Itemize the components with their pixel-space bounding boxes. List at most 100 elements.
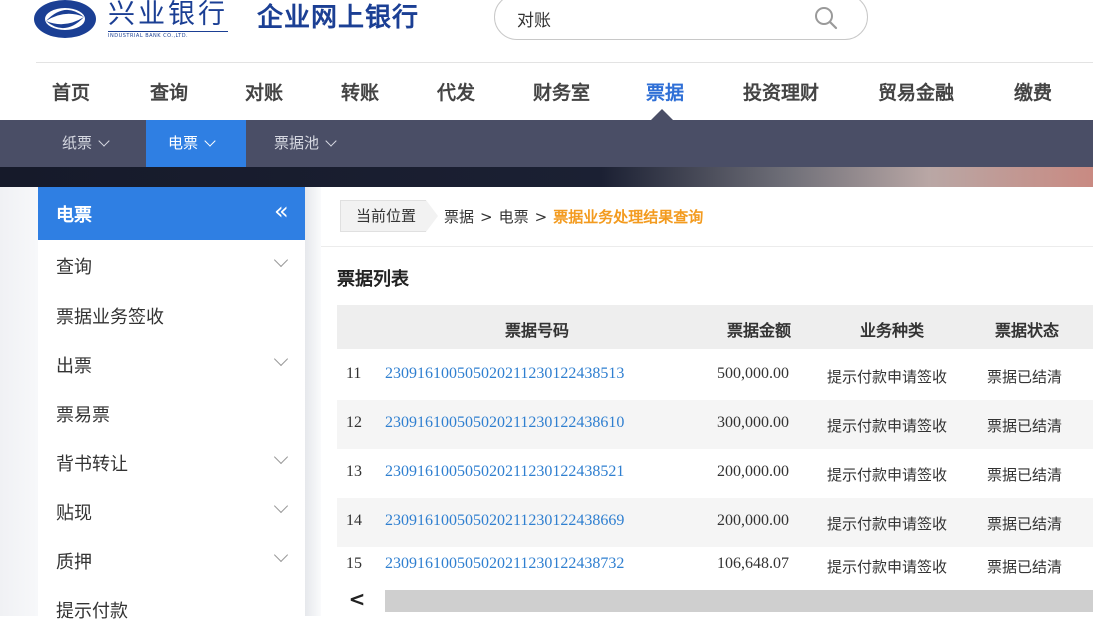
business-type: 提示付款申请签收 — [827, 515, 948, 533]
bill-status: 票据已结清 — [987, 515, 1063, 533]
bill-amount: 300,000.00 — [717, 414, 789, 431]
bill-status: 票据已结清 — [987, 466, 1063, 484]
row-index: 14 — [346, 512, 362, 529]
chevron-down-icon — [273, 547, 289, 563]
nav-finance-office[interactable]: 财务室 — [533, 78, 590, 105]
chevron-down-icon — [98, 135, 110, 147]
breadcrumb-separator: > — [534, 207, 548, 226]
bill-status: 票据已结清 — [987, 368, 1063, 386]
bill-amount: 500,000.00 — [717, 365, 789, 382]
sidebar-item-label: 质押 — [56, 552, 92, 573]
table-row[interactable]: 14 230916100505020211230122438669 200,00… — [337, 498, 1093, 547]
breadcrumb: 当前位置 票据 > 电票 > 票据业务处理结果查询 — [340, 200, 703, 232]
chevron-down-icon — [273, 351, 289, 367]
subnav-label: 电票 — [168, 134, 199, 152]
search-box[interactable] — [494, 0, 868, 40]
breadcrumb-separator: > — [480, 207, 493, 226]
table-row[interactable]: 15 230916100505020211230122438732 106,64… — [337, 547, 1093, 587]
bill-amount: 106,648.07 — [717, 555, 789, 572]
sidebar-item-endorse[interactable]: 背书转让 — [38, 438, 305, 487]
sidebar-item-label: 票易票 — [56, 405, 110, 426]
business-type: 提示付款申请签收 — [827, 466, 948, 484]
column-header-bill-no[interactable]: 票据号码 — [505, 317, 569, 341]
row-index: 11 — [346, 365, 362, 382]
breadcrumb-item-bills[interactable]: 票据 — [444, 208, 474, 226]
sub-nav: 纸票 电票 票据池 — [0, 120, 1093, 167]
breadcrumb-item-e-bill[interactable]: 电票 — [499, 208, 529, 226]
sidebar-item-label: 贴现 — [56, 503, 92, 524]
bill-number-link[interactable]: 230916100505020211230122438610 — [385, 414, 624, 432]
sidebar-item-payment-request[interactable]: 提示付款 — [38, 585, 305, 634]
app-title: 企业网上银行 — [257, 3, 420, 33]
breadcrumb-divider — [321, 246, 1093, 247]
bill-amount: 200,000.00 — [717, 463, 789, 480]
business-type: 提示付款申请签收 — [827, 417, 948, 435]
bill-number-link[interactable]: 230916100505020211230122438669 — [385, 512, 624, 530]
column-header-business-type[interactable]: 业务种类 — [860, 317, 924, 341]
sidebar-item-discount[interactable]: 贴现 — [38, 487, 305, 536]
search-input[interactable] — [517, 5, 797, 31]
active-nav-indicator — [651, 109, 673, 120]
nav-investment[interactable]: 投资理财 — [743, 78, 819, 105]
subnav-e-bill[interactable]: 电票 — [146, 120, 246, 167]
nav-home[interactable]: 首页 — [52, 78, 90, 105]
table-row[interactable]: 12 230916100505020211230122438610 300,00… — [337, 400, 1093, 449]
sidebar-item-bill-sign[interactable]: 票据业务签收 — [38, 291, 305, 340]
nav-payment[interactable]: 缴费 — [1014, 78, 1052, 105]
bank-name: 兴业银行 — [108, 0, 228, 30]
nav-reconcile[interactable]: 对账 — [245, 78, 283, 105]
search-icon[interactable] — [813, 5, 839, 31]
header: 兴业银行 INDUSTRIAL BANK CO.,LTD. 企业网上银行 — [0, 0, 1093, 55]
table-row[interactable]: 11 230916100505020211230122438513 500,00… — [337, 351, 1093, 400]
collapse-icon[interactable]: « — [274, 197, 289, 225]
row-index: 15 — [346, 555, 362, 572]
breadcrumb-current-page: 票据业务处理结果查询 — [553, 207, 704, 226]
table-header: 票据号码 票据金额 业务种类 票据状态 — [337, 305, 1093, 349]
column-header-amount[interactable]: 票据金额 — [727, 317, 791, 341]
bill-number-link[interactable]: 230916100505020211230122438732 — [385, 555, 624, 573]
sidebar-item-query[interactable]: 查询 — [38, 241, 305, 290]
bank-logo-icon — [34, 0, 96, 38]
scrollbar-thumb[interactable] — [385, 590, 1093, 612]
horizontal-scrollbar[interactable]: < — [337, 588, 1093, 616]
nav-payroll[interactable]: 代发 — [437, 78, 475, 105]
business-type: 提示付款申请签收 — [827, 368, 948, 386]
nav-transfer[interactable]: 转账 — [341, 78, 379, 105]
business-type: 提示付款申请签收 — [827, 558, 948, 576]
sidebar-item-label: 提示付款 — [56, 601, 128, 622]
nav-query[interactable]: 查询 — [150, 78, 188, 105]
sidebar-item-label: 出票 — [56, 356, 92, 377]
sidebar-gutter — [0, 187, 38, 616]
sidebar-item-label: 票据业务签收 — [56, 307, 164, 328]
nav-trade-finance[interactable]: 贸易金融 — [878, 78, 954, 105]
sidebar-item-issue[interactable]: 出票 — [38, 340, 305, 389]
content-gutter — [305, 187, 321, 616]
subnav-paper-bill[interactable]: 纸票 — [46, 120, 124, 167]
sidebar-item-bill-swap[interactable]: 票易票 — [38, 389, 305, 438]
chevron-down-icon — [325, 135, 337, 147]
chevron-down-icon — [273, 498, 289, 514]
nav-bills[interactable]: 票据 — [646, 78, 684, 105]
main-nav: 首页 查询 对账 转账 代发 财务室 票据 投资理财 贸易金融 缴费 — [0, 63, 1093, 120]
table-row[interactable]: 13 230916100505020211230122438521 200,00… — [337, 449, 1093, 498]
chevron-down-icon — [273, 449, 289, 465]
breadcrumb-label: 当前位置 — [340, 200, 427, 232]
bill-number-link[interactable]: 230916100505020211230122438513 — [385, 365, 624, 383]
list-title: 票据列表 — [337, 269, 409, 290]
breadcrumb-arrow — [426, 200, 439, 232]
sidebar-item-pledge[interactable]: 质押 — [38, 536, 305, 585]
sidebar: 电票 « 查询 票据业务签收 出票 票易票 背书转让 贴现 质押 提示付款 — [38, 187, 305, 622]
column-header-status[interactable]: 票据状态 — [995, 317, 1059, 341]
chevron-down-icon — [273, 252, 289, 268]
chevron-down-icon — [204, 135, 216, 147]
bill-number-link[interactable]: 230916100505020211230122438521 — [385, 463, 624, 481]
banner-strip — [0, 167, 1093, 187]
bank-logo[interactable]: 兴业银行 INDUSTRIAL BANK CO.,LTD. — [32, 0, 228, 44]
row-index: 13 — [346, 463, 362, 480]
sidebar-item-label: 背书转让 — [56, 454, 128, 475]
bank-name-en: INDUSTRIAL BANK CO.,LTD. — [108, 30, 228, 39]
sidebar-item-label: 查询 — [56, 257, 92, 278]
scroll-left-icon[interactable]: < — [337, 588, 377, 612]
sidebar-header: 电票 « — [38, 187, 305, 240]
subnav-bill-pool[interactable]: 票据池 — [262, 120, 347, 167]
